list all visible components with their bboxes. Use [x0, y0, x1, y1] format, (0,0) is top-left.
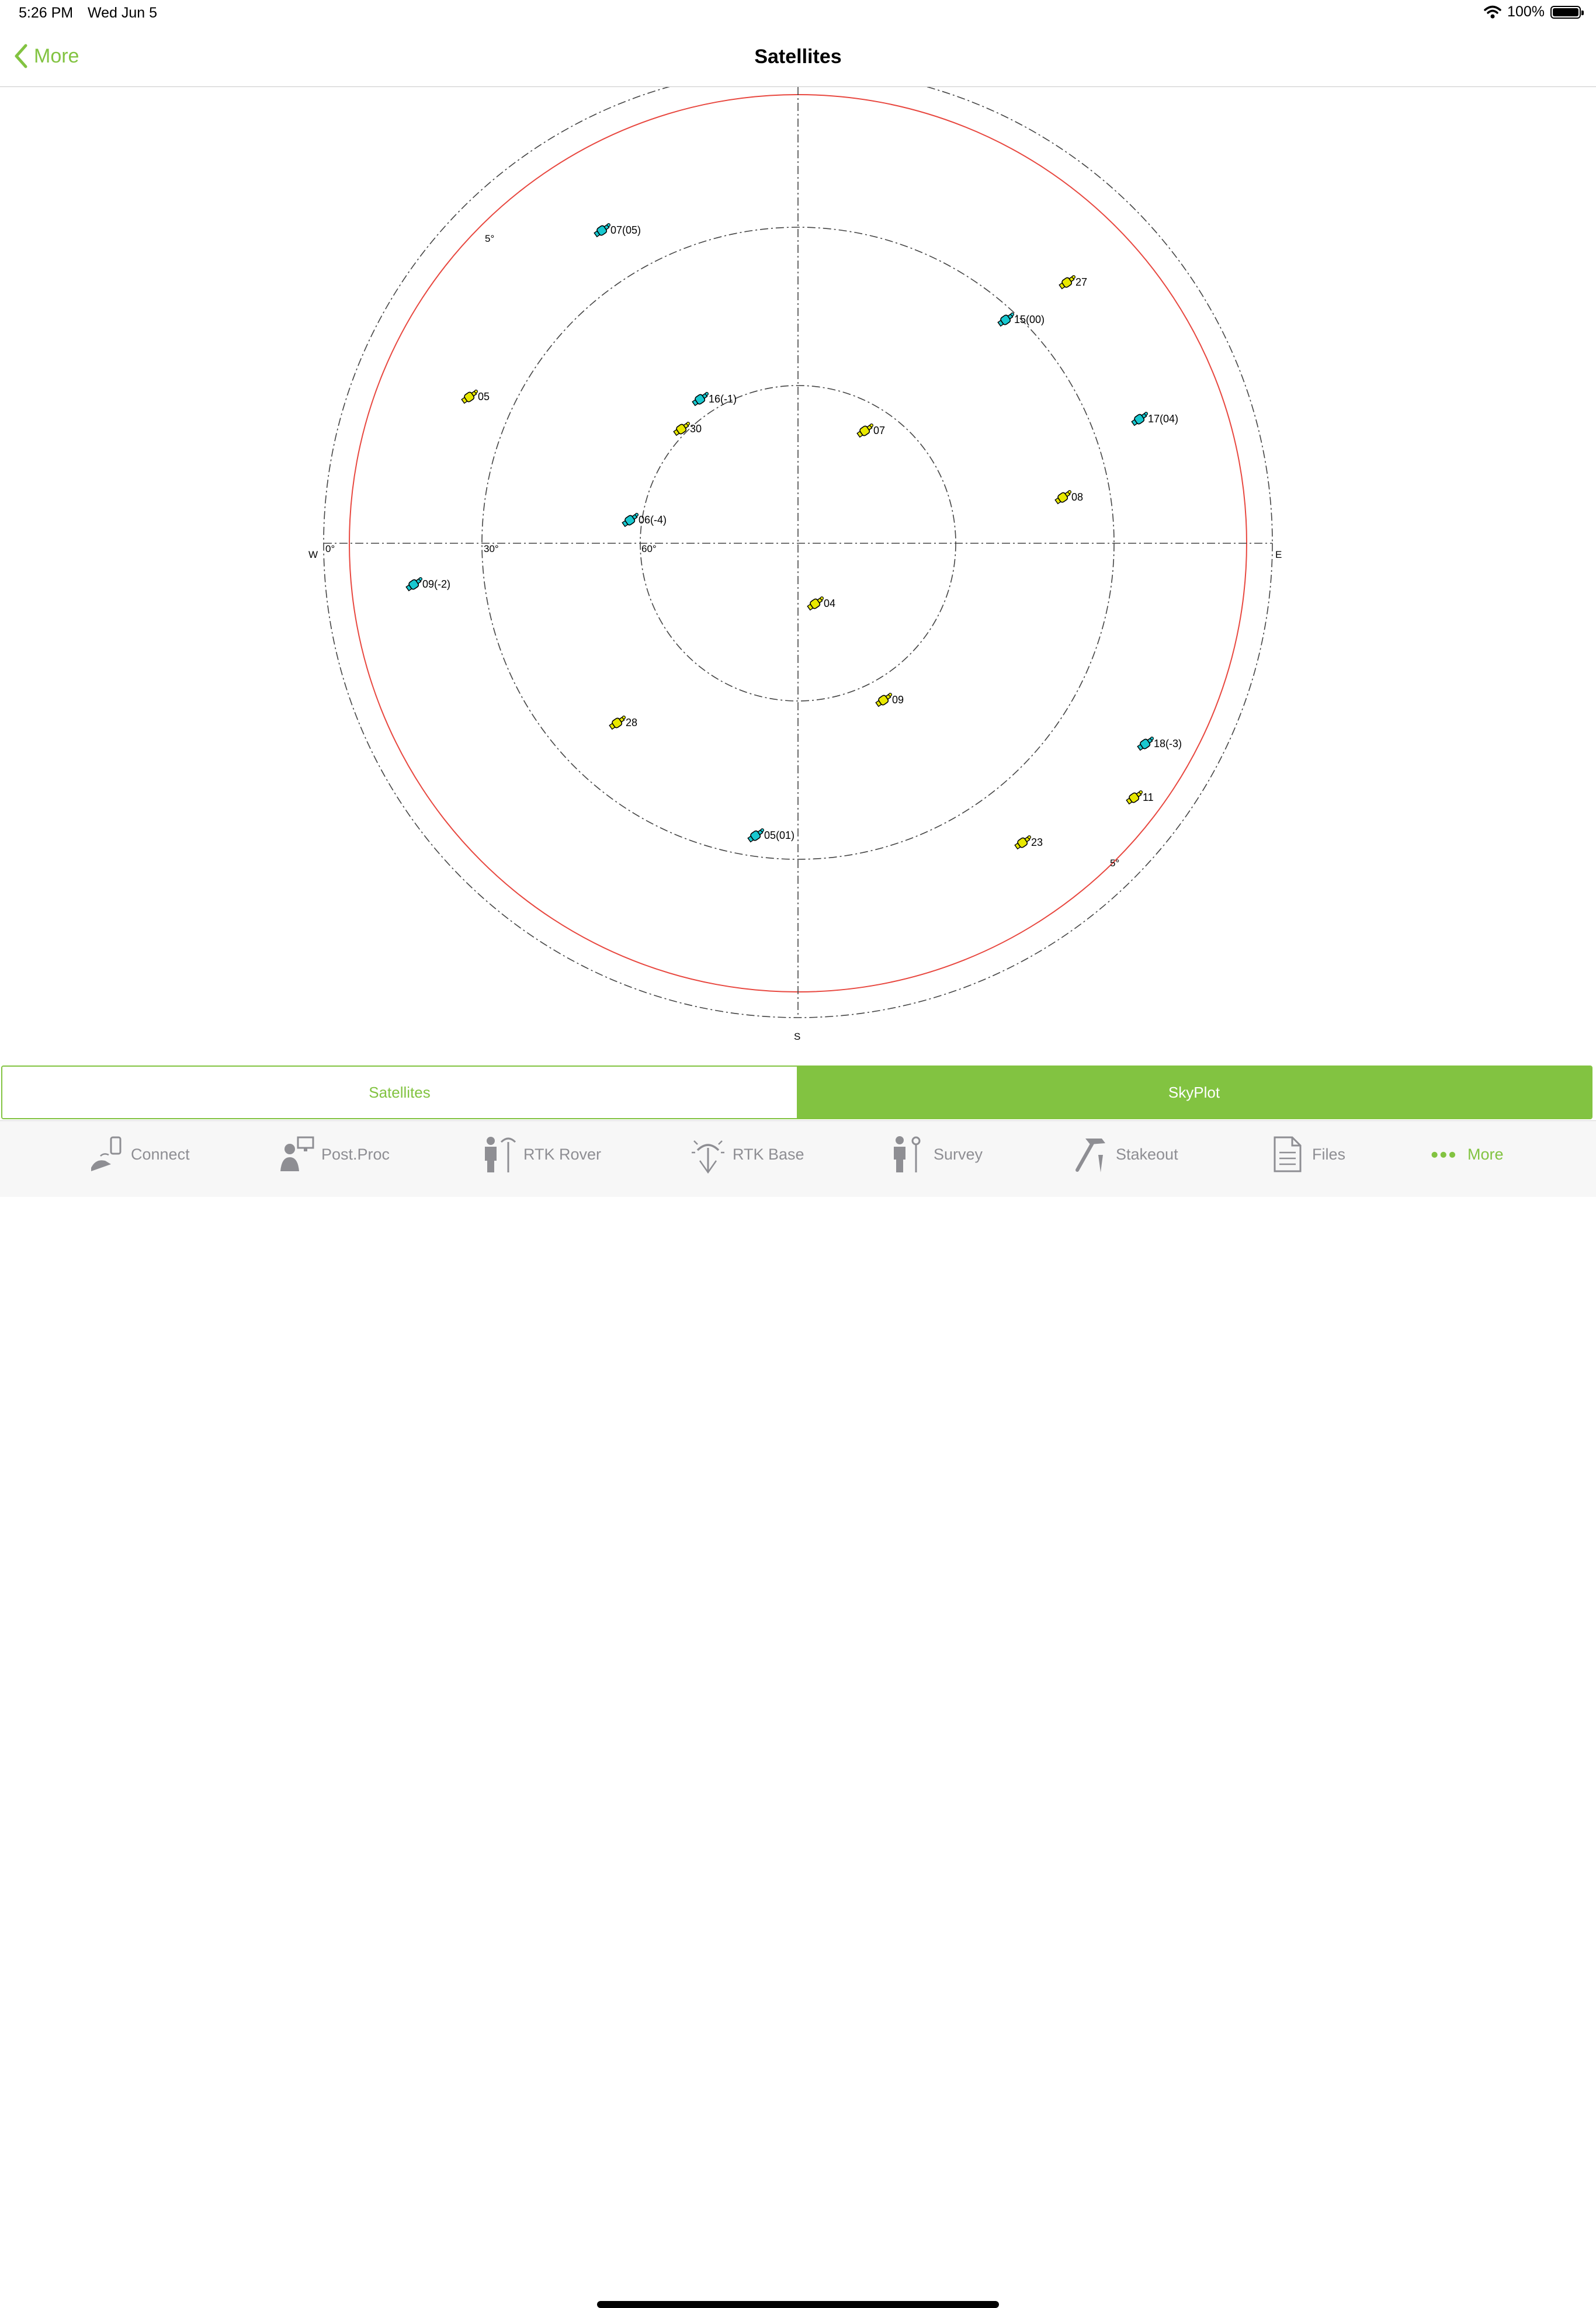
- satellite-label: 09: [892, 694, 904, 706]
- satellite-marker: 06(-4): [622, 513, 667, 527]
- tab-label-connect: Connect: [131, 1145, 190, 1163]
- home-indicator: [597, 2301, 999, 2308]
- tab-connect[interactable]: Connect: [88, 1134, 190, 1175]
- direction-south: S: [794, 1031, 800, 1042]
- satellite-label: 27: [1075, 276, 1087, 288]
- satellite-label: 30: [690, 423, 702, 435]
- segment-skyplot[interactable]: SkyPlot: [797, 1067, 1591, 1118]
- satellite-label: 05(01): [764, 830, 794, 841]
- satellite-marker: 17(04): [1131, 412, 1178, 426]
- satellite-marker: 08: [1054, 490, 1083, 505]
- satellite-label: 23: [1031, 837, 1043, 848]
- page-title: Satellites: [754, 46, 842, 68]
- satellite-label: 15(00): [1014, 314, 1045, 325]
- satellite-marker: 04: [807, 596, 835, 611]
- satellite-marker: 18(-3): [1137, 737, 1182, 751]
- tab-rtk-base[interactable]: RTK Base: [689, 1134, 804, 1175]
- tab-survey[interactable]: Survey: [890, 1134, 983, 1175]
- tab-label-stakeout: Stakeout: [1116, 1145, 1178, 1163]
- direction-west: W: [308, 549, 318, 560]
- view-segmented-control: Satellites SkyPlot: [1, 1066, 1592, 1119]
- satellite-label: 18(-3): [1154, 738, 1182, 749]
- tab-label-files: Files: [1312, 1145, 1346, 1163]
- satellite-marker: 15(00): [997, 313, 1045, 327]
- post-proc-icon: [280, 1136, 314, 1171]
- navigation-bar: More Satellites: [0, 28, 1596, 87]
- tab-label-post-proc: Post.Proc: [321, 1145, 390, 1163]
- satellite-marker: 05(01): [747, 828, 794, 843]
- satellite-marker: 09(-2): [405, 577, 450, 592]
- satellite-marker: 05: [461, 390, 490, 404]
- satellite-marker: 27: [1059, 275, 1087, 290]
- satellite-marker: 11: [1126, 790, 1154, 805]
- battery-percent: 100%: [1507, 4, 1545, 20]
- files-icon: [1274, 1136, 1302, 1172]
- satellite-label: 06(-4): [639, 514, 667, 526]
- tab-rtk-rover[interactable]: RTK Rover: [480, 1134, 601, 1175]
- satellite-label: 07(05): [610, 224, 641, 236]
- tab-label-rtk-base: RTK Base: [733, 1145, 804, 1163]
- more-dots-icon: [1431, 1151, 1456, 1158]
- satellite-marker: 30: [673, 422, 702, 436]
- elevation-label-30: 30°: [484, 543, 499, 554]
- segment-satellites[interactable]: Satellites: [2, 1067, 797, 1118]
- status-indicators: 100%: [1484, 4, 1584, 20]
- tab-label-survey: Survey: [934, 1145, 983, 1163]
- satellite-label: 16(-1): [709, 393, 737, 405]
- rtk-rover-icon: [485, 1137, 516, 1172]
- rtk-base-icon: [692, 1140, 724, 1174]
- satellite-marker: 07: [856, 424, 885, 438]
- satellite-label: 17(04): [1148, 413, 1178, 425]
- satellite-marker: 23: [1014, 835, 1043, 850]
- tab-bar: Connect Post.Proc RTK Rover RTK Base Sur…: [0, 1120, 1596, 2308]
- satellite-layer: 07(05) 27 15(00) 05 16(-1) 30 07 17(04) 08 06(-4)…: [405, 223, 1182, 850]
- wifi-icon: [1484, 5, 1501, 18]
- satellite-label: 09(-2): [422, 578, 450, 590]
- status-time: 5:26 PM: [19, 5, 74, 21]
- mask-label-northwest: 5°: [485, 233, 494, 244]
- elevation-label-0: 0°: [325, 543, 335, 554]
- satellite-marker: 09: [875, 693, 904, 707]
- tab-label-rtk-rover: RTK Rover: [523, 1145, 602, 1163]
- survey-icon: [894, 1136, 921, 1172]
- battery-icon: [1550, 5, 1584, 19]
- satellite-label: 05: [478, 391, 490, 402]
- stakeout-icon: [1075, 1139, 1105, 1172]
- satellite-label: 11: [1143, 792, 1154, 803]
- tab-stakeout[interactable]: Stakeout: [1073, 1134, 1178, 1175]
- status-bar: 5:26 PM Wed Jun 5 100%: [0, 0, 1596, 28]
- direction-east: E: [1275, 549, 1282, 560]
- tab-post-proc[interactable]: Post.Proc: [278, 1134, 390, 1175]
- tab-label-more: More: [1467, 1145, 1504, 1163]
- tab-more[interactable]: More: [1430, 1134, 1504, 1175]
- mask-label-southeast: 5°: [1110, 858, 1119, 869]
- satellite-marker: 28: [609, 716, 637, 730]
- satellite-label: 08: [1071, 491, 1083, 503]
- satellite-marker: 16(-1): [692, 392, 737, 407]
- skyplot: W E S 0° 30° 60° 5° 5° 07(05) 27 15(00) 05 1…: [308, 87, 1282, 1042]
- tab-files[interactable]: Files: [1269, 1134, 1345, 1175]
- connect-icon: [91, 1136, 122, 1171]
- satellite-label: 04: [824, 598, 835, 609]
- satellite-label: 28: [626, 717, 637, 728]
- elevation-label-60: 60°: [641, 543, 657, 554]
- status-date: Wed Jun 5: [88, 5, 158, 21]
- satellite-marker: 07(05): [594, 223, 641, 238]
- satellite-label: 07: [873, 425, 885, 436]
